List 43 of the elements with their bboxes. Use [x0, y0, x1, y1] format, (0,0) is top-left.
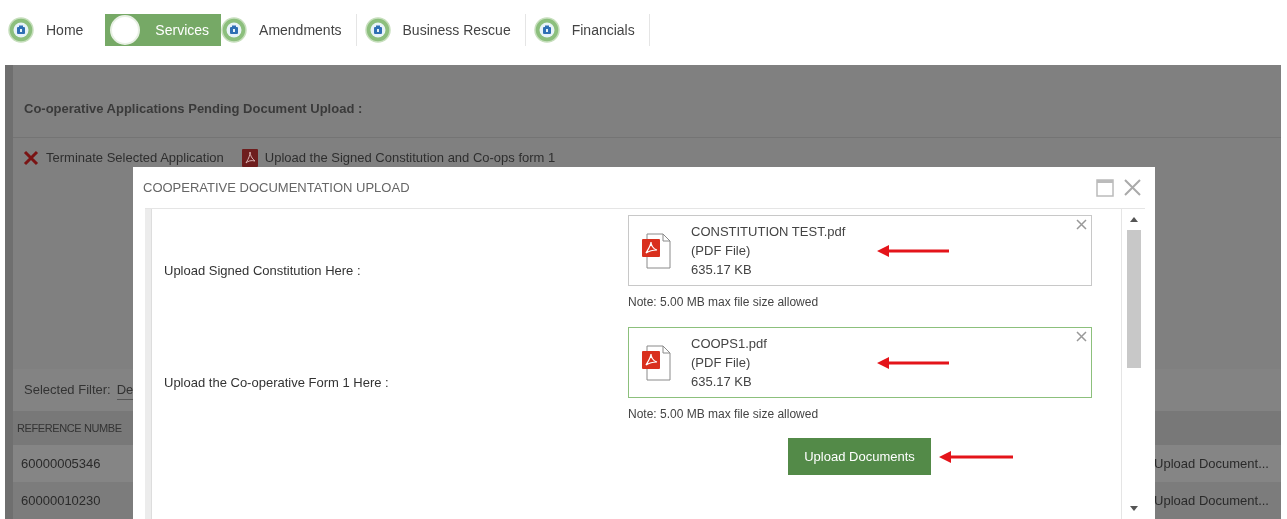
filter-label: Selected Filter:	[24, 381, 111, 400]
file-type: (PDF File)	[691, 354, 752, 372]
badge-icon	[364, 17, 391, 43]
close-icon[interactable]	[1124, 179, 1141, 196]
column-header: REFERENCE NUMBE	[17, 420, 122, 436]
panel-title: Co-operative Applications Pending Document Upload :	[24, 100, 363, 119]
maximize-icon[interactable]	[1096, 178, 1114, 197]
field-label: Upload Signed Constitution Here :	[164, 262, 361, 281]
scroll-down-icon[interactable]	[1129, 506, 1138, 511]
table-cell-text: 60000005346	[21, 454, 101, 473]
nav-tab[interactable]: Amendments	[221, 14, 356, 46]
dialog-title: COOPERATIVE DOCUMENTATION UPLOAD	[143, 178, 410, 197]
scroll-up-icon[interactable]	[1129, 217, 1138, 222]
file-upload-box[interactable]: COOPS1.pdf (PDF File) 635.17 KB	[628, 327, 1092, 398]
field-label: Upload the Co-operative Form 1 Here :	[164, 374, 389, 393]
file-type: (PDF File)	[691, 242, 752, 260]
pdf-file-icon	[641, 232, 671, 269]
nav-tab[interactable]: Home	[8, 14, 98, 46]
badge-icon	[8, 17, 34, 43]
file-size: 635.17 KB	[691, 261, 753, 279]
nav-tab[interactable]: Business Rescue	[364, 14, 525, 46]
table-cell[interactable]: Upload Document...	[1154, 490, 1269, 511]
remove-icon[interactable]	[1076, 219, 1087, 230]
nav-tab[interactable]: Services	[105, 14, 222, 46]
badge-icon	[533, 17, 560, 43]
badge-icon	[109, 14, 142, 46]
upload-button[interactable]: Upload Documents	[788, 438, 931, 475]
toolbar-button[interactable]: Upload the Signed Constitution and Co-ops form 1	[241, 148, 556, 168]
toolbar-button[interactable]: Terminate Selected Application	[23, 148, 224, 168]
cross-icon	[23, 150, 39, 166]
table-cell[interactable]: Upload Document...	[1154, 453, 1269, 474]
note-text: Note: 5.00 MB max file size allowed	[628, 406, 820, 423]
table-cell-text: 60000010230	[21, 491, 101, 510]
badge-icon	[221, 17, 248, 43]
file-name: CONSTITUTION TEST.pdf	[691, 223, 846, 241]
note-text: Note: 5.00 MB max file size allowed	[628, 294, 820, 311]
file-size: 635.17 KB	[691, 373, 753, 391]
remove-icon[interactable]	[1076, 331, 1087, 342]
file-name: COOPS1.pdf	[691, 335, 767, 353]
pdf-icon	[241, 149, 258, 167]
pdf-file-icon	[641, 344, 671, 381]
file-upload-box[interactable]: CONSTITUTION TEST.pdf (PDF File) 635.17 KB	[628, 215, 1092, 286]
nav-tab[interactable]: Financials	[533, 14, 649, 46]
